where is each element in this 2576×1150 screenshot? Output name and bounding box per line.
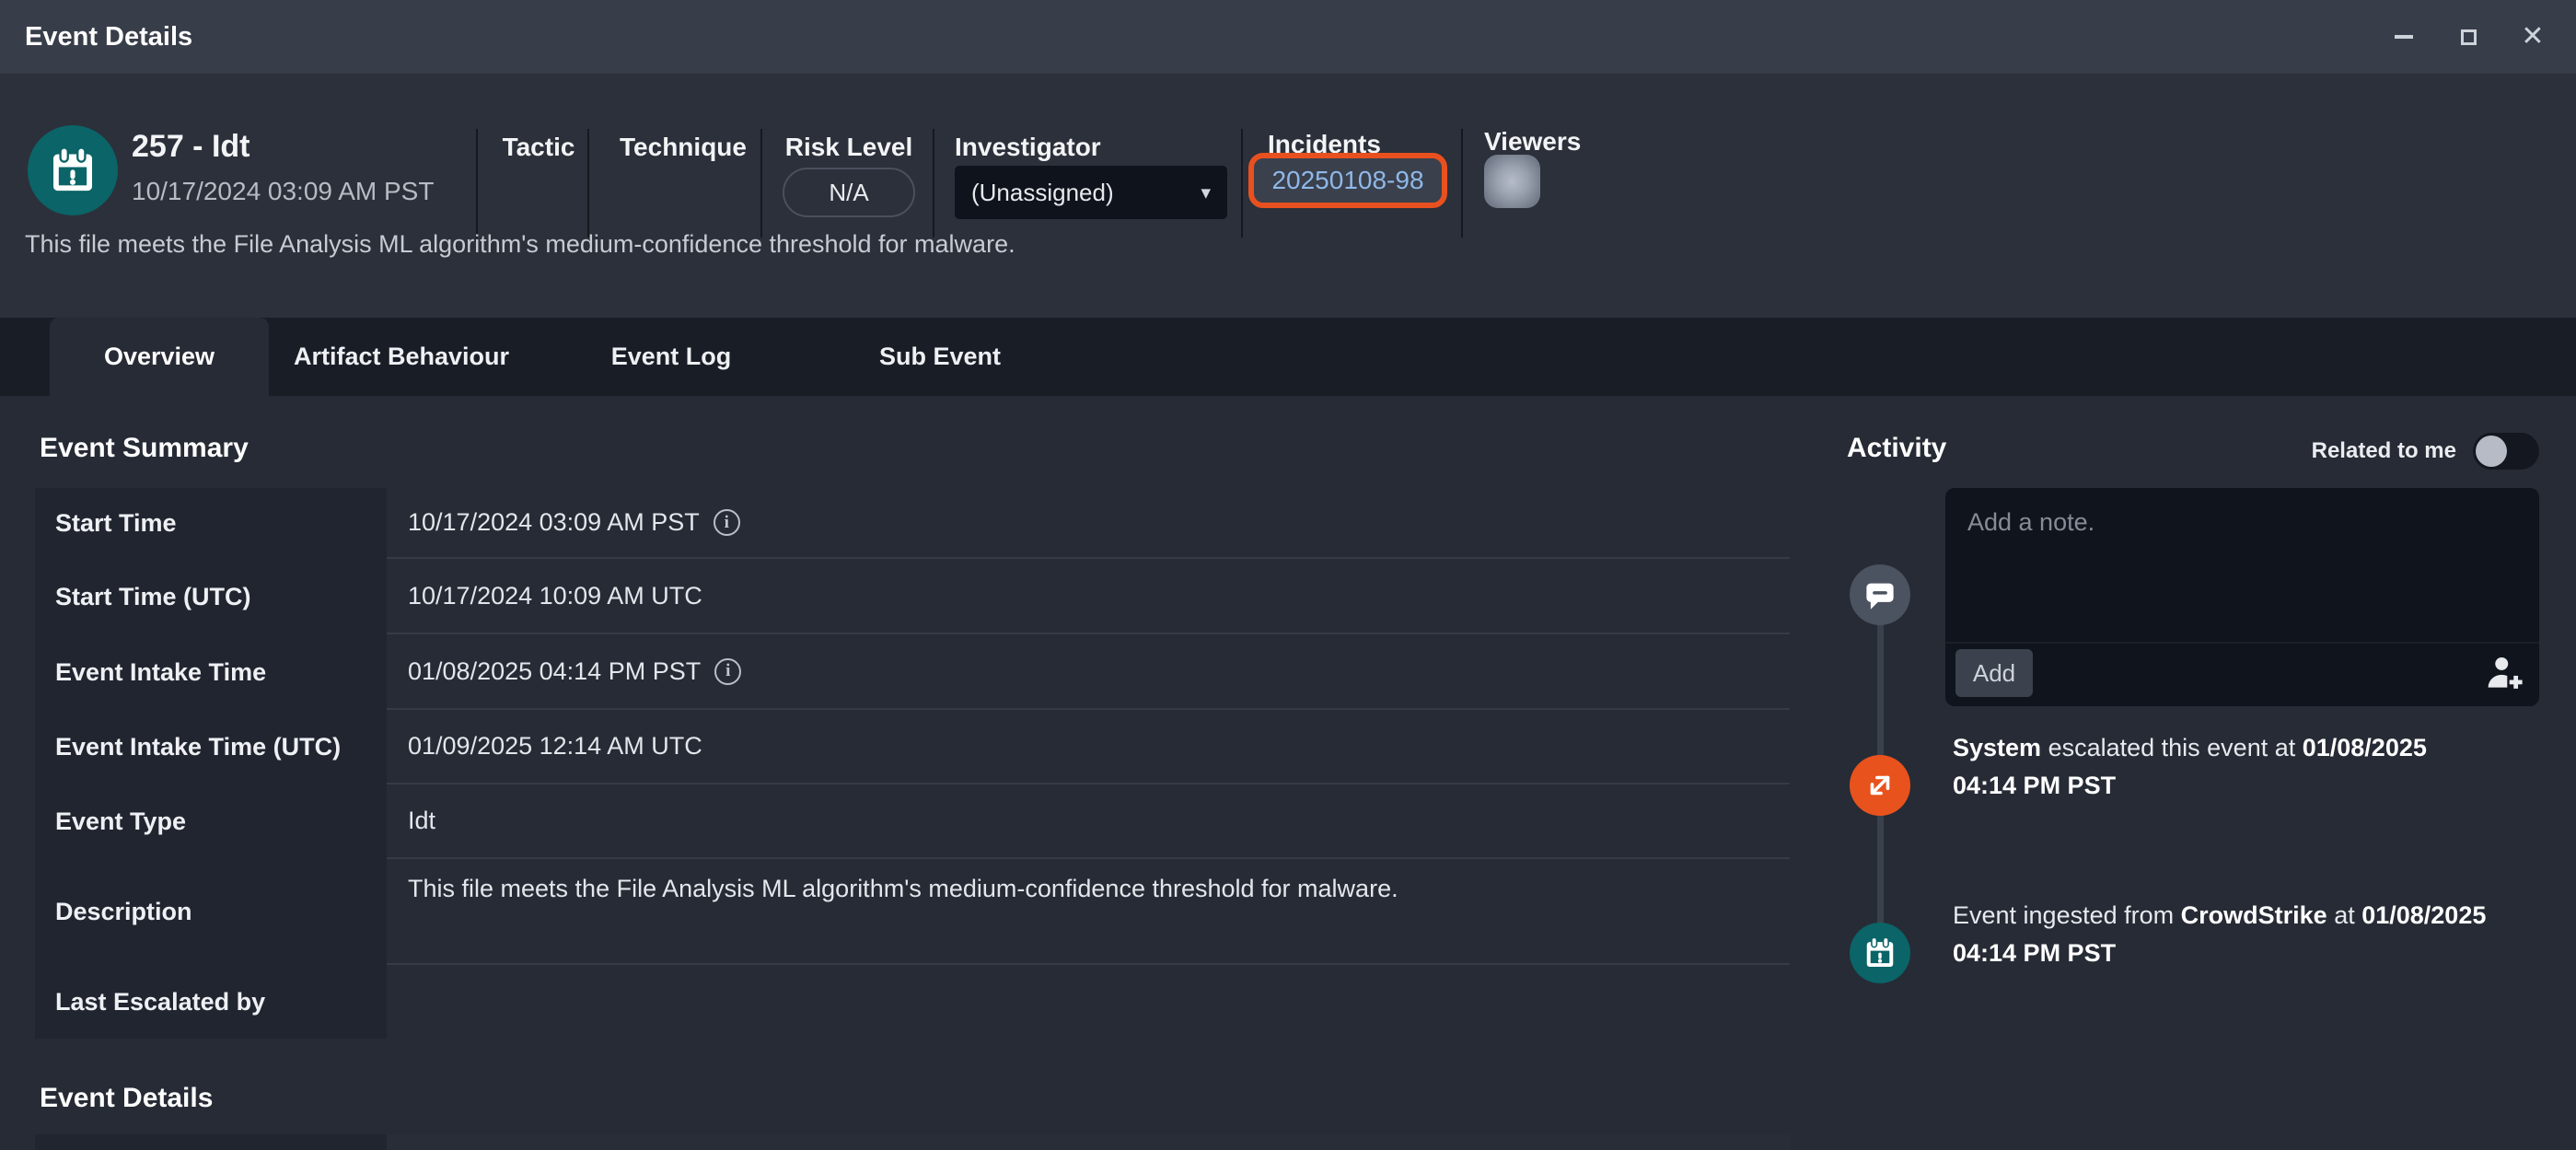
header-divider <box>587 129 589 238</box>
toggle-knob <box>2476 436 2507 467</box>
info-icon[interactable]: i <box>714 658 741 685</box>
row-value: 01/09/2025 12:14 AM UTC <box>387 710 1790 784</box>
related-to-me-label: Related to me <box>2312 438 2456 464</box>
row-value-text: This file meets the File Analysis ML alg… <box>408 875 1398 903</box>
risk-level-badge: N/A <box>783 168 915 217</box>
row-label: Event Type <box>35 784 387 859</box>
tactic-label: Tactic <box>503 133 575 162</box>
related-to-me-control: Related to me <box>2312 433 2539 470</box>
row-value: Idt <box>387 784 1790 859</box>
investigator-dropdown[interactable]: (Unassigned) ▾ <box>955 166 1227 219</box>
minimize-button[interactable] <box>2388 21 2419 52</box>
tab-artifact-behaviour[interactable]: Artifact Behaviour <box>294 318 509 396</box>
header-divider <box>1461 129 1463 238</box>
overview-panel: Event Summary Start Time 10/17/2024 03:0… <box>0 396 2576 1150</box>
row-value: 10/17/2024 03:09 AM PST i <box>387 488 1790 559</box>
header-divider <box>933 129 934 238</box>
risk-level-value: N/A <box>829 179 868 207</box>
event-header: 257 - Idt 10/17/2024 03:09 AM PST Tactic… <box>0 74 2576 318</box>
entry-text: Event ingested from <box>1953 901 2181 929</box>
entry-source: CrowdStrike <box>2181 901 2327 929</box>
viewer-avatar[interactable] <box>1484 155 1540 208</box>
tab-event-log[interactable]: Event Log <box>611 318 732 396</box>
investigator-label: Investigator <box>955 133 1101 162</box>
incident-highlight-annotation: 20250108-98 <box>1248 153 1447 208</box>
risk-level-label: Risk Level <box>785 133 913 162</box>
row-value-text: 01/08/2025 04:14 PM PST <box>408 657 701 686</box>
table-row <box>35 1134 1790 1150</box>
table-row: Event Type Idt <box>35 784 1790 859</box>
add-person-icon[interactable] <box>2484 653 2524 693</box>
calendar-alert-icon <box>1850 923 1910 983</box>
comment-icon <box>1850 564 1910 625</box>
window-titlebar: Event Details ✕ <box>0 0 2576 74</box>
row-value-text: Idt <box>408 807 435 835</box>
info-icon[interactable]: i <box>714 509 740 536</box>
event-details-title: Event Details <box>40 1083 213 1114</box>
incident-link[interactable]: 20250108-98 <box>1271 166 1423 195</box>
tab-overview[interactable]: Overview <box>50 318 269 396</box>
close-button[interactable]: ✕ <box>2517 21 2548 52</box>
technique-label: Technique <box>620 133 747 162</box>
investigator-value: (Unassigned) <box>971 179 1114 207</box>
chevron-down-icon: ▾ <box>1201 181 1211 204</box>
row-value <box>387 965 1790 1039</box>
entry-text: escalated this event at <box>2041 734 2303 761</box>
note-footer: Add <box>1945 642 2539 706</box>
row-value <box>387 1134 1790 1150</box>
related-to-me-toggle[interactable] <box>2473 433 2539 470</box>
maximize-button[interactable] <box>2453 21 2484 52</box>
event-summary-table: Start Time 10/17/2024 03:09 AM PST i Sta… <box>35 488 1790 1039</box>
entry-actor: System <box>1953 734 2041 761</box>
activity-entry-ingested: Event ingested from CrowdStrike at 01/08… <box>1953 897 2542 972</box>
header-divider <box>760 129 762 238</box>
table-row: Last Escalated by <box>35 965 1790 1039</box>
calendar-alert-icon <box>28 125 118 215</box>
table-row: Start Time (UTC) 10/17/2024 10:09 AM UTC <box>35 559 1790 634</box>
add-note-button[interactable]: Add <box>1955 649 2033 697</box>
event-summary-title: Event Summary <box>40 433 249 464</box>
row-label: Start Time <box>35 488 387 559</box>
activity-entry-escalated: System escalated this event at 01/08/202… <box>1953 729 2542 805</box>
row-label <box>35 1134 387 1150</box>
table-row: Start Time 10/17/2024 03:09 AM PST i <box>35 488 1790 559</box>
row-label: Start Time (UTC) <box>35 559 387 634</box>
table-row: Description This file meets the File Ana… <box>35 859 1790 965</box>
event-id-title: 257 - Idt <box>132 129 249 165</box>
note-composer: Add <box>1945 488 2539 706</box>
activity-title: Activity <box>1847 433 1946 464</box>
event-timestamp: 10/17/2024 03:09 AM PST <box>132 177 434 206</box>
window-title: Event Details <box>25 22 192 52</box>
row-label: Last Escalated by <box>35 965 387 1039</box>
maximize-icon <box>2461 29 2477 45</box>
row-value-text: 10/17/2024 03:09 AM PST <box>408 508 700 537</box>
entry-text: at <box>2327 901 2362 929</box>
row-label: Description <box>35 859 387 965</box>
note-input[interactable] <box>1945 488 2539 642</box>
escalate-icon <box>1850 755 1910 816</box>
table-row: Event Intake Time 01/08/2025 04:14 PM PS… <box>35 634 1790 710</box>
table-row: Event Intake Time (UTC) 01/09/2025 12:14… <box>35 710 1790 784</box>
viewers-label: Viewers <box>1484 127 1581 157</box>
header-divider <box>1241 129 1243 238</box>
row-value: 01/08/2025 04:14 PM PST i <box>387 634 1790 710</box>
row-value-text: 01/09/2025 12:14 AM UTC <box>408 732 702 761</box>
minimize-icon <box>2395 35 2413 39</box>
tab-sub-event[interactable]: Sub Event <box>879 318 1001 396</box>
window-controls: ✕ <box>2388 21 2548 52</box>
row-label: Event Intake Time (UTC) <box>35 710 387 784</box>
row-label: Event Intake Time <box>35 634 387 710</box>
tab-bar: Overview Artifact Behaviour Event Log Su… <box>0 318 2576 396</box>
row-value: This file meets the File Analysis ML alg… <box>387 859 1790 965</box>
header-divider <box>476 129 478 238</box>
row-value-text: 10/17/2024 10:09 AM UTC <box>408 582 702 610</box>
event-description: This file meets the File Analysis ML alg… <box>25 230 1015 259</box>
close-icon: ✕ <box>2521 23 2544 51</box>
row-value: 10/17/2024 10:09 AM UTC <box>387 559 1790 634</box>
